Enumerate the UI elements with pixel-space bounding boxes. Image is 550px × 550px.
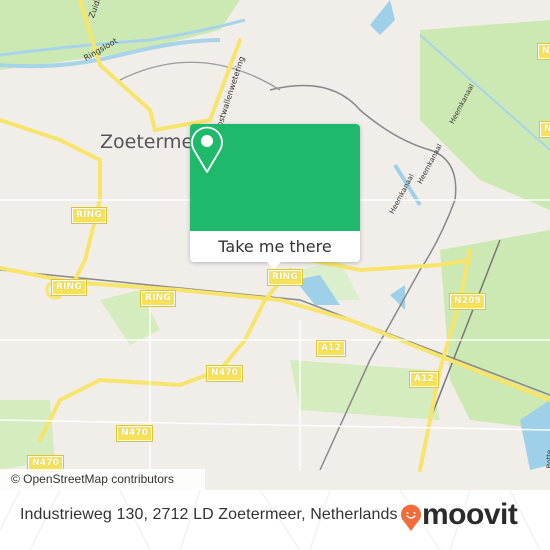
lake xyxy=(370,0,395,35)
road-shield-n470: N470 xyxy=(115,425,154,442)
address-text: Industrieweg 130, 2712 LD Zoetermeer, Ne… xyxy=(20,506,398,523)
park-area xyxy=(420,20,550,210)
moovit-wordmark: moovit xyxy=(422,498,518,531)
take-me-there-button[interactable]: Take me there xyxy=(190,231,360,262)
road-shield-n2: N2 xyxy=(538,121,550,138)
park-area xyxy=(290,360,440,420)
road-shield-ring: RING xyxy=(51,279,87,296)
road-shield-ring: RING xyxy=(71,207,107,224)
road-shield-a12: A12 xyxy=(315,340,347,357)
lake xyxy=(390,285,405,310)
street xyxy=(0,419,550,431)
moovit-pin-logo-icon xyxy=(401,504,421,531)
railway xyxy=(119,61,281,91)
popup-header[interactable] xyxy=(190,124,360,231)
map-attribution[interactable]: © OpenStreetMap contributors xyxy=(0,469,205,490)
road xyxy=(0,118,102,292)
road-shield-ring: RING xyxy=(267,269,303,286)
destination-popup[interactable]: Take me there xyxy=(190,124,360,269)
road-shield-n209: N209 xyxy=(448,293,487,310)
road-shield-a12: A12 xyxy=(408,371,440,388)
popup-pointer xyxy=(267,262,281,269)
street-label: Rotte xyxy=(545,449,550,469)
road-shield-n470: N470 xyxy=(205,365,244,382)
park-area xyxy=(0,0,240,70)
map-pin-icon xyxy=(191,126,223,173)
road-shield-ring: RING xyxy=(140,290,176,307)
park-area xyxy=(440,230,550,430)
footer: Industrieweg 130, 2712 LD Zoetermeer, Ne… xyxy=(0,490,550,550)
road-shield-n2: N2 xyxy=(536,43,550,60)
map-view[interactable]: Zuidweg Ringsloot Oostwallenwetering Hee… xyxy=(0,0,550,490)
